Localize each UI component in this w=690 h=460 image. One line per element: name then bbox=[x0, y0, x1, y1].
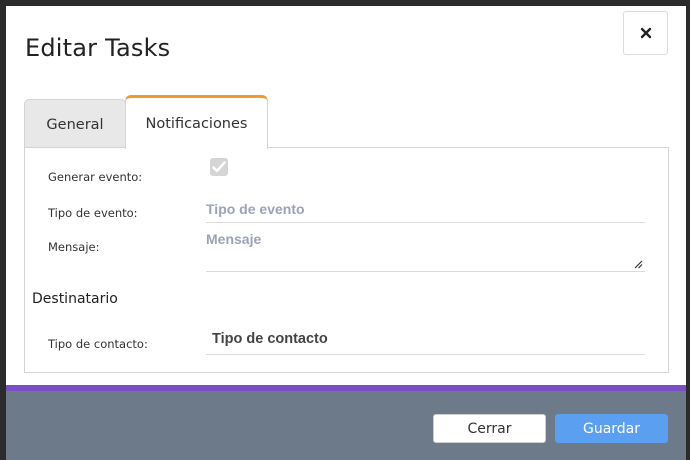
edit-task-dialog: Editar Tasks General Notificaciones Gene… bbox=[6, 6, 686, 460]
tab-notificaciones[interactable]: Notificaciones bbox=[125, 95, 268, 149]
tipo-contacto-select[interactable]: Tipo de contacto bbox=[206, 328, 645, 355]
mensaje-textarea[interactable] bbox=[206, 228, 645, 272]
generar-evento-checkbox[interactable] bbox=[210, 158, 228, 176]
dialog-title: Editar Tasks bbox=[25, 34, 171, 62]
generar-evento-label: Generar evento: bbox=[48, 170, 143, 184]
checkmark-icon bbox=[212, 161, 226, 173]
tab-bar: General Notificaciones bbox=[24, 94, 668, 149]
resize-handle-icon[interactable] bbox=[634, 260, 643, 269]
destinatario-heading: Destinatario bbox=[32, 291, 118, 307]
tipo-contacto-label: Tipo de contacto: bbox=[48, 337, 148, 351]
close-icon bbox=[640, 27, 651, 39]
tab-general[interactable]: General bbox=[24, 99, 126, 149]
tipo-evento-input[interactable] bbox=[206, 196, 645, 223]
mensaje-label: Mensaje: bbox=[48, 240, 100, 254]
close-button[interactable] bbox=[623, 11, 668, 55]
notificaciones-panel: Generar evento: Tipo de evento: Mensaje:… bbox=[24, 147, 669, 373]
dialog-footer: Cerrar Guardar bbox=[6, 391, 686, 460]
guardar-button[interactable]: Guardar bbox=[555, 414, 668, 443]
tipo-evento-label: Tipo de evento: bbox=[48, 206, 138, 220]
cerrar-button[interactable]: Cerrar bbox=[433, 414, 546, 443]
